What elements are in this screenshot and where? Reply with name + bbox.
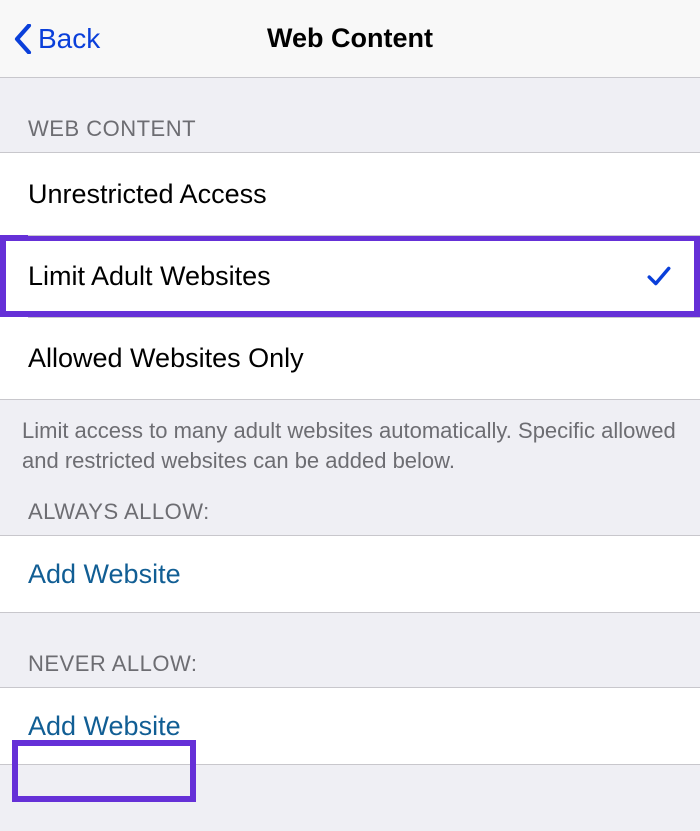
section-header-never-allow: NEVER ALLOW:: [0, 613, 700, 687]
option-label: Unrestricted Access: [28, 179, 672, 210]
option-limit-adult-websites[interactable]: Limit Adult Websites: [0, 235, 700, 317]
section-header-web-content: WEB CONTENT: [0, 78, 700, 152]
option-label: Allowed Websites Only: [28, 343, 672, 374]
check-icon: [646, 263, 672, 289]
add-website-label: Add Website: [28, 711, 181, 742]
section-header-always-allow: ALWAYS ALLOW:: [0, 483, 700, 535]
page-title: Web Content: [267, 23, 433, 54]
chevron-left-icon: [14, 24, 32, 54]
back-label: Back: [38, 23, 100, 55]
back-button[interactable]: Back: [14, 23, 100, 55]
option-allowed-websites-only[interactable]: Allowed Websites Only: [0, 317, 700, 399]
add-website-always-allow[interactable]: Add Website: [0, 535, 700, 613]
nav-bar: Back Web Content: [0, 0, 700, 78]
option-label: Limit Adult Websites: [28, 261, 646, 292]
add-website-label: Add Website: [28, 559, 181, 590]
add-website-never-allow[interactable]: Add Website: [0, 687, 700, 765]
web-content-options: Unrestricted Access Limit Adult Websites…: [0, 152, 700, 400]
section-footer-web-content: Limit access to many adult websites auto…: [0, 400, 700, 483]
option-unrestricted-access[interactable]: Unrestricted Access: [0, 153, 700, 235]
